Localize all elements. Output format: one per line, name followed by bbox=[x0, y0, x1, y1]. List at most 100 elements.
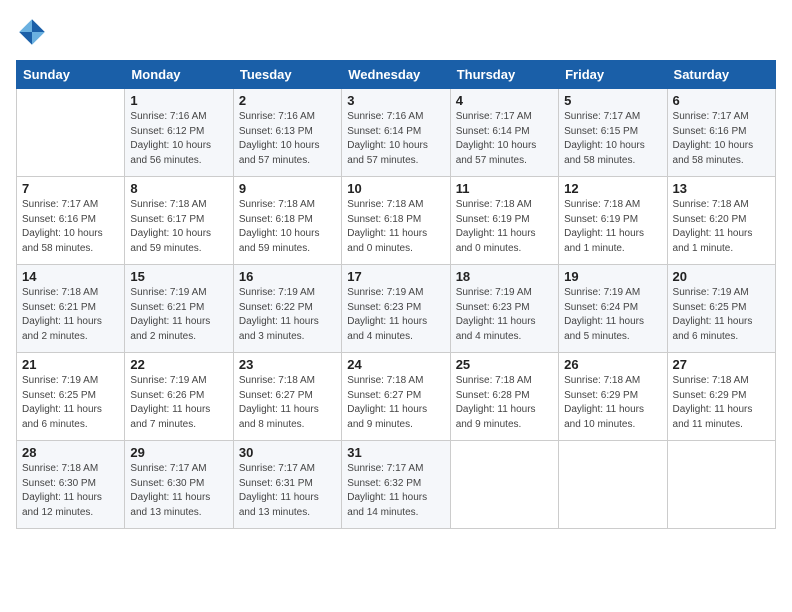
calendar-cell: 5 Sunrise: 7:17 AMSunset: 6:15 PMDaylight… bbox=[559, 89, 667, 177]
day-number: 15 bbox=[130, 269, 227, 284]
day-header-monday: Monday bbox=[125, 61, 233, 89]
day-number: 12 bbox=[564, 181, 661, 196]
calendar-cell: 21 Sunrise: 7:19 AMSunset: 6:25 PMDayligh… bbox=[17, 353, 125, 441]
day-number: 29 bbox=[130, 445, 227, 460]
day-number: 20 bbox=[673, 269, 770, 284]
day-number: 1 bbox=[130, 93, 227, 108]
calendar-cell: 14 Sunrise: 7:18 AMSunset: 6:21 PMDayligh… bbox=[17, 265, 125, 353]
calendar-cell: 16Sunrise: 7:19 AMSunset: 6:22 PMDayligh… bbox=[233, 265, 341, 353]
calendar-cell: 18 Sunrise: 7:19 AMSunset: 6:23 PMDayligh… bbox=[450, 265, 558, 353]
calendar-cell: 20 Sunrise: 7:19 AMSunset: 6:25 PMDayligh… bbox=[667, 265, 775, 353]
calendar-cell: 8Sunrise: 7:18 AMSunset: 6:17 PMDaylight… bbox=[125, 177, 233, 265]
calendar-week-2: 7 Sunrise: 7:17 AMSunset: 6:16 PMDaylight… bbox=[17, 177, 776, 265]
calendar-cell: 26 Sunrise: 7:18 AMSunset: 6:29 PMDayligh… bbox=[559, 353, 667, 441]
calendar-cell bbox=[559, 441, 667, 529]
day-info: Sunrise: 7:16 AMSunset: 6:12 PMDaylight:… bbox=[130, 110, 227, 168]
calendar-cell bbox=[450, 441, 558, 529]
day-info: Sunrise: 7:18 AMSunset: 6:30 PMDaylight:… bbox=[22, 462, 119, 520]
day-info: Sunrise: 7:18 AMSunset: 6:29 PMDaylight:… bbox=[673, 374, 770, 432]
day-number: 11 bbox=[456, 181, 553, 196]
day-info: Sunrise: 7:18 AMSunset: 6:27 PMDaylight:… bbox=[347, 374, 444, 432]
calendar-cell: 13Sunrise: 7:18 AMSunset: 6:20 PMDayligh… bbox=[667, 177, 775, 265]
calendar-cell: 12 Sunrise: 7:18 AMSunset: 6:19 PMDayligh… bbox=[559, 177, 667, 265]
calendar-cell: 1 Sunrise: 7:16 AMSunset: 6:12 PMDaylight… bbox=[125, 89, 233, 177]
calendar-cell: 11 Sunrise: 7:18 AMSunset: 6:19 PMDayligh… bbox=[450, 177, 558, 265]
day-info: Sunrise: 7:17 AMSunset: 6:16 PMDaylight:… bbox=[22, 198, 119, 256]
calendar-cell: 17 Sunrise: 7:19 AMSunset: 6:23 PMDayligh… bbox=[342, 265, 450, 353]
calendar-header: SundayMondayTuesdayWednesdayThursdayFrid… bbox=[17, 61, 776, 89]
page-header bbox=[16, 16, 776, 48]
calendar-cell: 4 Sunrise: 7:17 AMSunset: 6:14 PMDaylight… bbox=[450, 89, 558, 177]
day-info: Sunrise: 7:18 AMSunset: 6:17 PMDaylight:… bbox=[130, 198, 227, 256]
day-number: 7 bbox=[22, 181, 119, 196]
calendar-cell: 28 Sunrise: 7:18 AMSunset: 6:30 PMDayligh… bbox=[17, 441, 125, 529]
day-number: 3 bbox=[347, 93, 444, 108]
calendar-cell bbox=[667, 441, 775, 529]
calendar-cell: 23 Sunrise: 7:18 AMSunset: 6:27 PMDayligh… bbox=[233, 353, 341, 441]
day-info: Sunrise: 7:18 AMSunset: 6:18 PMDaylight:… bbox=[347, 198, 444, 256]
calendar-cell: 15Sunrise: 7:19 AMSunset: 6:21 PMDayligh… bbox=[125, 265, 233, 353]
day-info: Sunrise: 7:17 AMSunset: 6:32 PMDaylight:… bbox=[347, 462, 444, 520]
calendar-cell: 3 Sunrise: 7:16 AMSunset: 6:14 PMDaylight… bbox=[342, 89, 450, 177]
day-number: 23 bbox=[239, 357, 336, 372]
day-number: 9 bbox=[239, 181, 336, 196]
day-header-thursday: Thursday bbox=[450, 61, 558, 89]
logo-icon bbox=[16, 16, 48, 48]
day-info: Sunrise: 7:19 AMSunset: 6:23 PMDaylight:… bbox=[456, 286, 553, 344]
day-info: Sunrise: 7:17 AMSunset: 6:30 PMDaylight:… bbox=[130, 462, 227, 520]
day-number: 22 bbox=[130, 357, 227, 372]
day-header-wednesday: Wednesday bbox=[342, 61, 450, 89]
day-info: Sunrise: 7:18 AMSunset: 6:21 PMDaylight:… bbox=[22, 286, 119, 344]
day-number: 28 bbox=[22, 445, 119, 460]
day-info: Sunrise: 7:17 AMSunset: 6:14 PMDaylight:… bbox=[456, 110, 553, 168]
day-header-sunday: Sunday bbox=[17, 61, 125, 89]
day-number: 31 bbox=[347, 445, 444, 460]
day-number: 14 bbox=[22, 269, 119, 284]
day-info: Sunrise: 7:19 AMSunset: 6:25 PMDaylight:… bbox=[673, 286, 770, 344]
day-info: Sunrise: 7:19 AMSunset: 6:26 PMDaylight:… bbox=[130, 374, 227, 432]
day-number: 18 bbox=[456, 269, 553, 284]
calendar-cell: 7 Sunrise: 7:17 AMSunset: 6:16 PMDaylight… bbox=[17, 177, 125, 265]
day-number: 17 bbox=[347, 269, 444, 284]
day-number: 6 bbox=[673, 93, 770, 108]
day-info: Sunrise: 7:18 AMSunset: 6:20 PMDaylight:… bbox=[673, 198, 770, 256]
calendar-cell: 6 Sunrise: 7:17 AMSunset: 6:16 PMDaylight… bbox=[667, 89, 775, 177]
day-header-saturday: Saturday bbox=[667, 61, 775, 89]
day-number: 26 bbox=[564, 357, 661, 372]
day-info: Sunrise: 7:18 AMSunset: 6:28 PMDaylight:… bbox=[456, 374, 553, 432]
calendar-cell: 29 Sunrise: 7:17 AMSunset: 6:30 PMDayligh… bbox=[125, 441, 233, 529]
day-info: Sunrise: 7:18 AMSunset: 6:18 PMDaylight:… bbox=[239, 198, 336, 256]
day-number: 2 bbox=[239, 93, 336, 108]
calendar-cell bbox=[17, 89, 125, 177]
day-number: 19 bbox=[564, 269, 661, 284]
logo bbox=[16, 16, 52, 48]
day-number: 21 bbox=[22, 357, 119, 372]
calendar-week-3: 14 Sunrise: 7:18 AMSunset: 6:21 PMDayligh… bbox=[17, 265, 776, 353]
day-info: Sunrise: 7:18 AMSunset: 6:27 PMDaylight:… bbox=[239, 374, 336, 432]
day-info: Sunrise: 7:17 AMSunset: 6:31 PMDaylight:… bbox=[239, 462, 336, 520]
calendar-cell: 19Sunrise: 7:19 AMSunset: 6:24 PMDayligh… bbox=[559, 265, 667, 353]
calendar-table: SundayMondayTuesdayWednesdayThursdayFrid… bbox=[16, 60, 776, 529]
day-info: Sunrise: 7:17 AMSunset: 6:16 PMDaylight:… bbox=[673, 110, 770, 168]
calendar-cell: 22 Sunrise: 7:19 AMSunset: 6:26 PMDayligh… bbox=[125, 353, 233, 441]
day-number: 30 bbox=[239, 445, 336, 460]
day-number: 5 bbox=[564, 93, 661, 108]
day-info: Sunrise: 7:18 AMSunset: 6:19 PMDaylight:… bbox=[456, 198, 553, 256]
day-number: 25 bbox=[456, 357, 553, 372]
calendar-week-1: 1 Sunrise: 7:16 AMSunset: 6:12 PMDaylight… bbox=[17, 89, 776, 177]
day-info: Sunrise: 7:18 AMSunset: 6:29 PMDaylight:… bbox=[564, 374, 661, 432]
day-header-tuesday: Tuesday bbox=[233, 61, 341, 89]
calendar-cell: 2Sunrise: 7:16 AMSunset: 6:13 PMDaylight… bbox=[233, 89, 341, 177]
calendar-week-5: 28 Sunrise: 7:18 AMSunset: 6:30 PMDayligh… bbox=[17, 441, 776, 529]
calendar-cell: 31 Sunrise: 7:17 AMSunset: 6:32 PMDayligh… bbox=[342, 441, 450, 529]
day-number: 16 bbox=[239, 269, 336, 284]
day-number: 4 bbox=[456, 93, 553, 108]
day-info: Sunrise: 7:18 AMSunset: 6:19 PMDaylight:… bbox=[564, 198, 661, 256]
day-info: Sunrise: 7:19 AMSunset: 6:23 PMDaylight:… bbox=[347, 286, 444, 344]
day-info: Sunrise: 7:17 AMSunset: 6:15 PMDaylight:… bbox=[564, 110, 661, 168]
day-info: Sunrise: 7:16 AMSunset: 6:14 PMDaylight:… bbox=[347, 110, 444, 168]
day-number: 10 bbox=[347, 181, 444, 196]
day-info: Sunrise: 7:19 AMSunset: 6:25 PMDaylight:… bbox=[22, 374, 119, 432]
calendar-cell: 30 Sunrise: 7:17 AMSunset: 6:31 PMDayligh… bbox=[233, 441, 341, 529]
day-number: 24 bbox=[347, 357, 444, 372]
